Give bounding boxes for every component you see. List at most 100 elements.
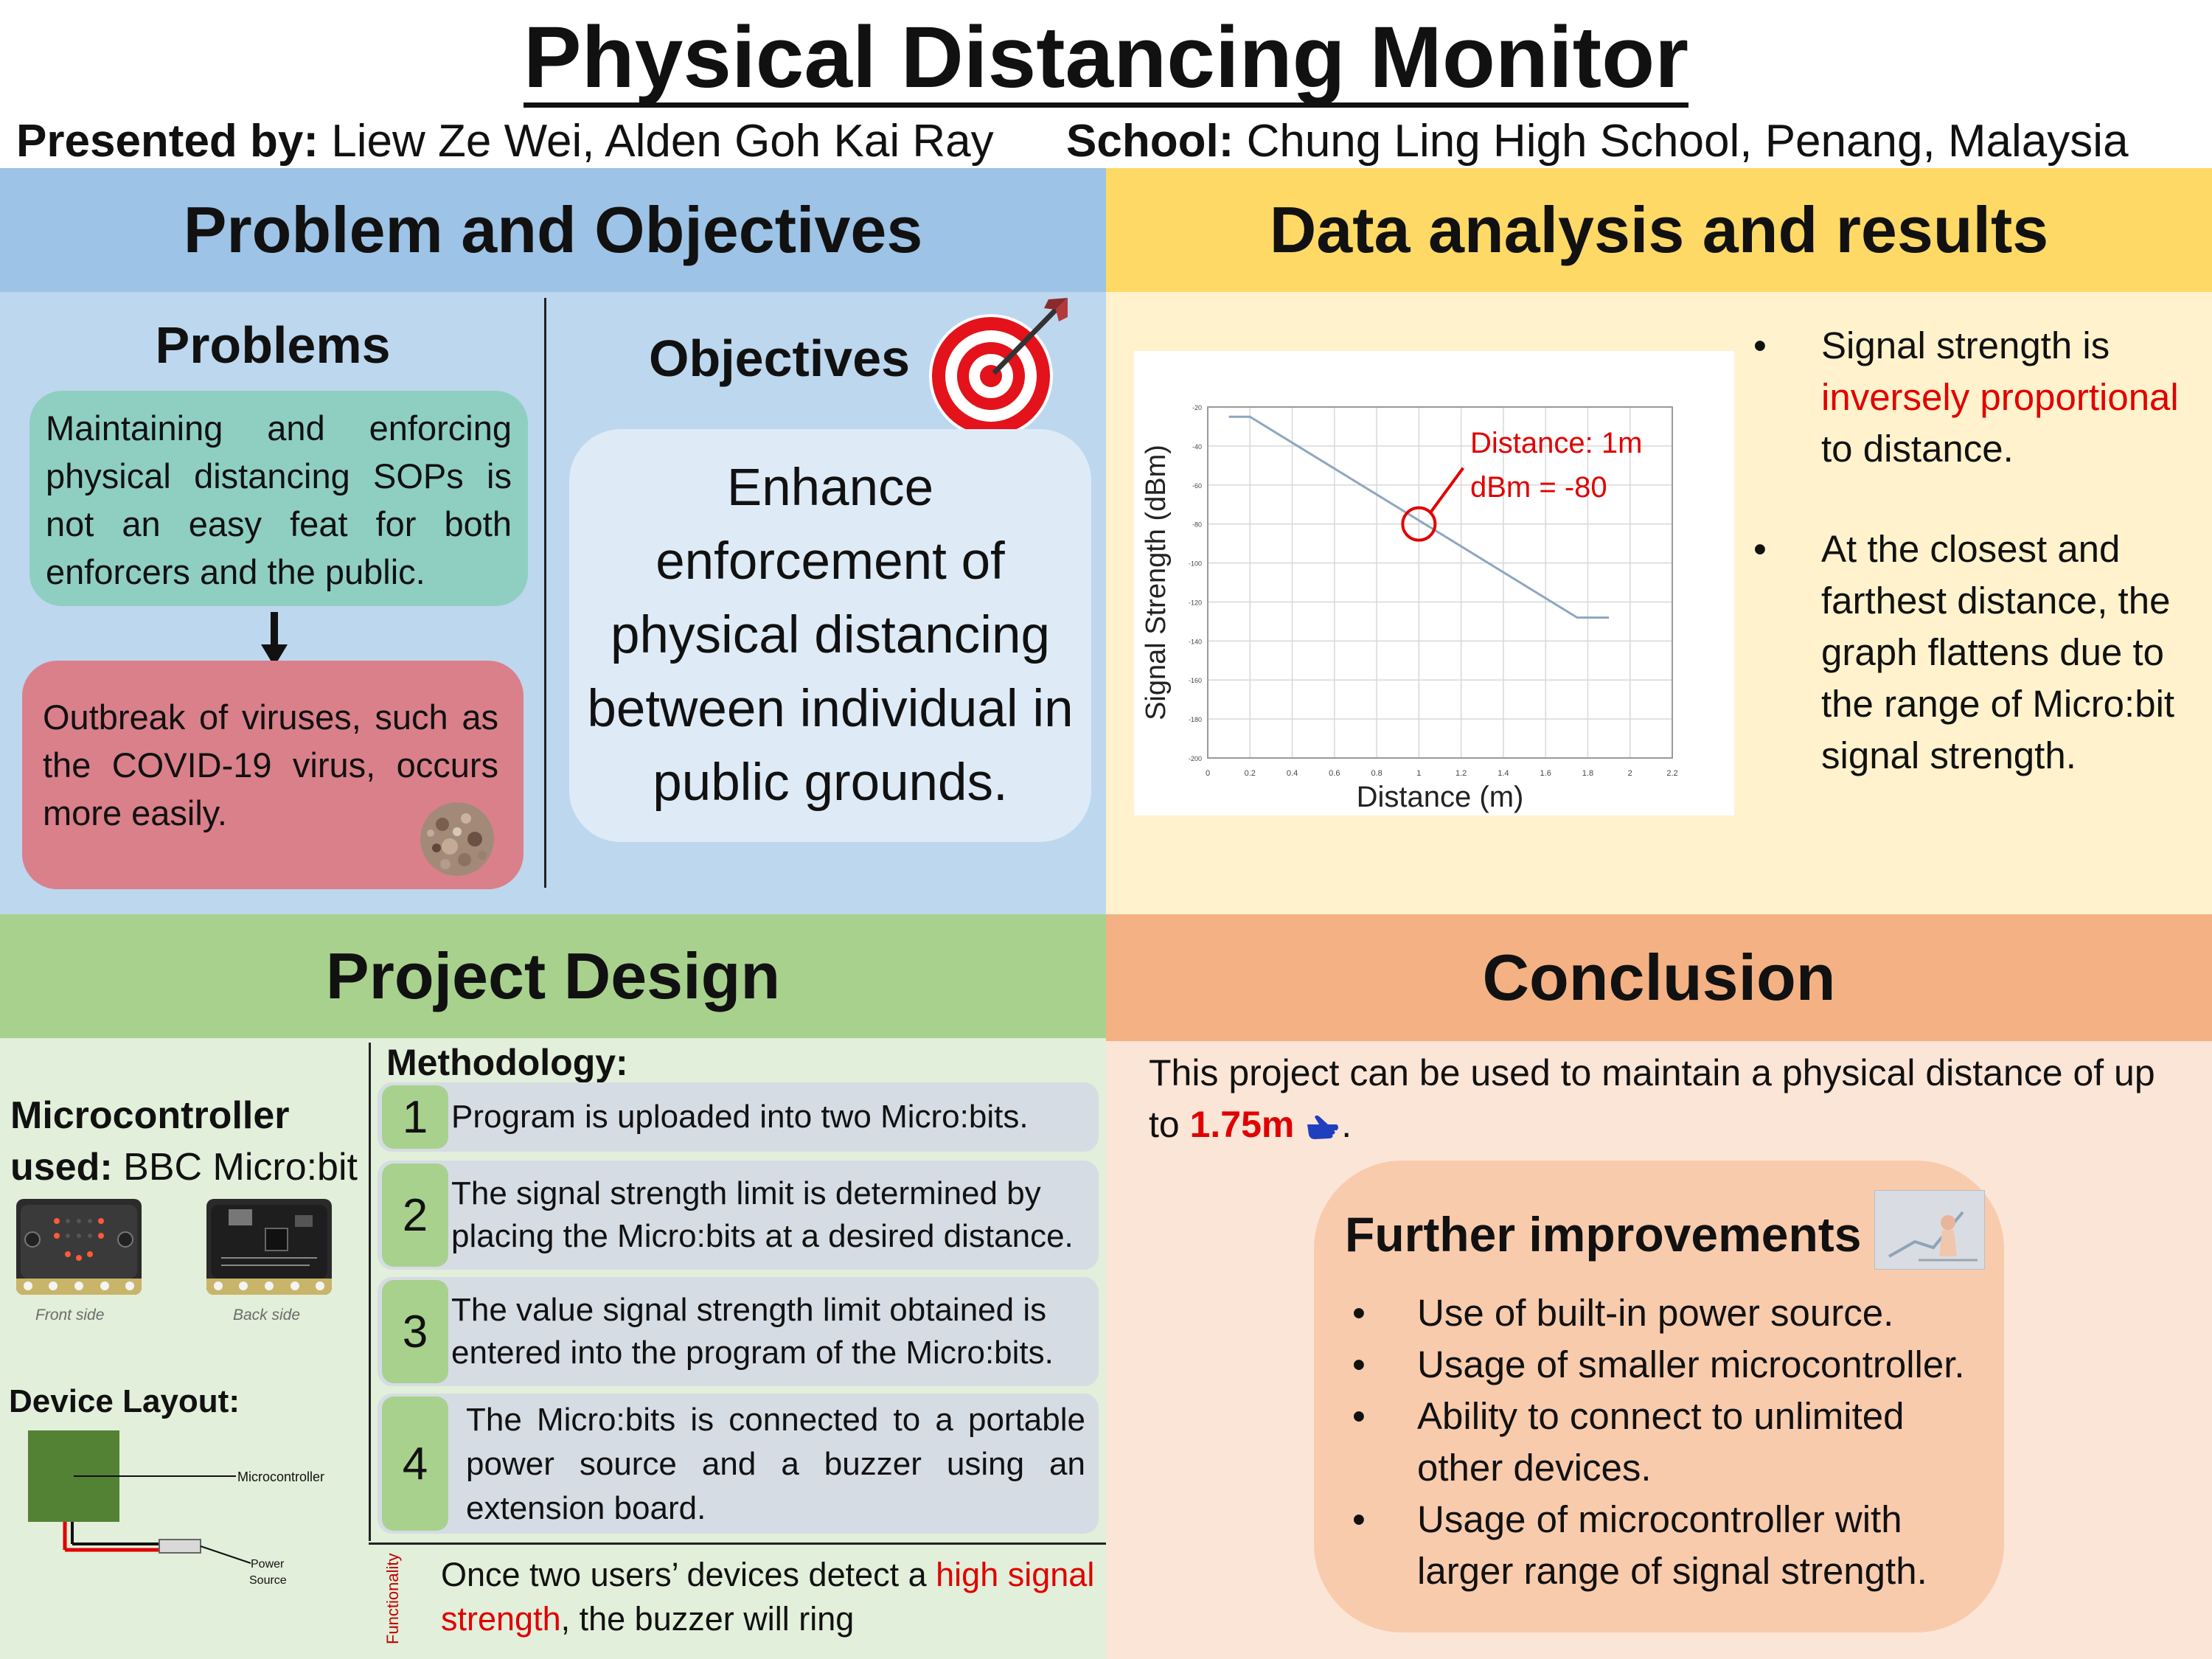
step-number: 2 [382,1164,448,1267]
school-label: School: [1066,116,1234,167]
step-text: Program is uploaded into two Micro:bits. [451,1099,1029,1135]
problem-objectives-section: Problem and Objectives Problems Maintain… [0,168,1106,914]
chart-x-tick-label: 0.4 [1287,769,1298,778]
device-layout-label: Device Layout: [9,1383,240,1419]
row-divider [369,1543,1106,1545]
chart-x-tick-label: 2.2 [1666,769,1677,778]
methodology-title: Methodology: [386,1042,628,1083]
column-divider [369,1043,371,1541]
microcontroller-label: Microcontroller used: BBC Micro:bit [10,1094,358,1189]
virus-icon [420,802,494,876]
conclusion-text: This project can be used to maintain a p… [1149,1052,2155,1145]
result-bullet-2: • At the closest and farthest distance, … [1747,524,2197,782]
chart-canvas: 0 0.2 0.4 0.6 0.8 1 1.2 1.4 1.6 1.8 2 2.2 -20 -40 -60 -… [1141,404,1678,813]
chart-y-axis-label: Signal Strength (dBm) [1141,445,1172,720]
section-heading: Data analysis and results [1106,168,2212,292]
chart-y-tick-label: -20 [1192,404,1202,411]
school-line: School: Chung Ling High School, Penang, … [1066,115,2129,167]
chart-x-tick-label: 1.6 [1540,769,1551,778]
chart-x-axis-label: Distance (m) [1357,781,1524,813]
section-heading: Project Design [0,914,1106,1038]
result-bullet-1: • Signal strength is inversely proportio… [1747,320,2197,475]
further-improvements-title: Further improvements [1345,1207,1862,1262]
chart-x-tick-label: 1.4 [1498,769,1509,778]
chart-y-tick-label: -80 [1192,521,1202,529]
chart-y-tick-label: -100 [1189,560,1202,568]
poster-title: Physical Distancing Monitor [523,9,1689,108]
improvement-item: • Use of built-in power source. [1343,1287,1992,1339]
objectives-title: Objectives [649,330,911,387]
chart-plot-frame [1207,406,1673,759]
chart-x-tick-label: 1.2 [1455,769,1467,778]
bullet-dot: • [1352,1292,1366,1334]
data-analysis-section: Data analysis and results 0 0.2 0.4 0.6 0.8 1… [1106,168,2212,914]
max-distance-value: 1.75m [1189,1104,1295,1145]
step-number: 3 [382,1280,448,1383]
device-layout-diagram: Microcontroller Power Source [28,1430,324,1587]
conclusion-section: Conclusion This project can be used to m… [1106,914,2212,1659]
back-side-caption: Back side [233,1307,301,1324]
bullet-dot: • [1352,1395,1366,1437]
chart-y-tick-label: -140 [1189,638,1202,645]
improvements-list: • Use of built-in power source. • Usage of… [1343,1287,1992,1597]
chart-x-tick-label: 2 [1628,769,1632,778]
bullet-dot: • [1352,1498,1366,1540]
layout-power-label-2: Source [249,1574,287,1587]
chart-x-tick-label: 0 [1206,769,1210,778]
presented-by-label: Presented by: [16,116,319,167]
section-heading: Conclusion [1106,914,2212,1041]
microbit-back-image [206,1199,332,1295]
methodology-step-3: 3 The value signal strength limit obtain… [378,1277,1099,1386]
chart-y-tick-label: -60 [1192,482,1202,490]
methodology-step-2: 2 The signal strength limit is determine… [378,1161,1099,1270]
presenters-line: Presented by: Liew Ze Wei, Alden Goh Kai… [16,115,994,167]
functionality-label: Functionality [383,1553,402,1644]
chart-annotation-line [1429,467,1464,513]
chart-y-tick-label: -160 [1189,677,1202,684]
improvement-item: • Usage of smaller microcontroller. [1343,1339,1992,1391]
chart-x-tick-label: 1.8 [1582,769,1593,778]
chart-x-tick-label: 0.2 [1245,769,1256,778]
chart-x-tick-label: 0.6 [1329,769,1340,778]
bullet-dot: • [1753,528,1767,570]
chart-x-tick-label: 1 [1416,769,1421,778]
problem-box-1: Maintaining and enforcing physical dista… [29,391,528,606]
methodology-step-1: 1 Program is uploaded into two Micro:bit… [378,1082,1099,1152]
improvement-item: • Usage of microcontroller with larger ra… [1343,1494,1992,1597]
presenter-names: Liew Ze Wei, Alden Goh Kai Ray [331,116,994,167]
chart-y-tick-label: -40 [1192,443,1202,451]
battery-block [159,1539,201,1554]
column-divider [544,298,546,888]
microbit-front-image [16,1199,142,1295]
school-name: Chung Ling High School, Penang, Malaysia [1246,116,2129,167]
step-text: The signal strength limit is determined … [451,1175,1074,1254]
problems-title: Problems [155,316,391,374]
inverse-highlight: inversely proportional [1821,376,2179,418]
step-text: The Micro:bits is connected to a portabl… [466,1402,1085,1526]
chart-x-tick-label: 0.8 [1371,769,1382,778]
pointing-hand-icon [1307,1115,1339,1139]
microcontroller-value: BBC Micro:bit [123,1146,358,1189]
bullet-dot: • [1352,1343,1366,1385]
layout-power-label-1: Power [251,1558,285,1571]
growth-chart-icon [1874,1190,1985,1270]
results-bullets: • Signal strength is inversely proportio… [1747,320,2197,830]
functionality-text: Once two users’ devices detect a high si… [441,1556,1095,1638]
step-number: 4 [382,1397,448,1531]
section-heading: Problem and Objectives [0,168,1106,292]
improvement-item: • Ability to connect to unlimited other d… [1343,1391,1992,1494]
chart-annotation-dbm: dBm = -80 [1470,471,1607,504]
chart-annotation-distance: Distance: 1m [1470,427,1642,459]
further-improvements-box: Further improvements • Use of built-in po… [1314,1161,2004,1632]
bullet-dot: • [1753,324,1767,366]
front-side-caption: Front side [35,1307,105,1324]
chart-y-tick-label: -200 [1189,755,1202,762]
step-text: The value signal strength limit obtained… [451,1292,1054,1371]
methodology-step-4: 4 The Micro:bits is connected to a porta… [378,1394,1099,1534]
chart-y-tick-label: -120 [1189,599,1202,606]
signal-strength-chart: 0 0.2 0.4 0.6 0.8 1 1.2 1.4 1.6 1.8 2 2.2 -20 -40 -60 -… [1134,351,1734,815]
layout-microcontroller-label: Microcontroller [237,1470,324,1484]
project-design-section: Project Design Microcontroller used: BBC… [0,914,1106,1659]
target-icon [929,298,1068,438]
objective-box: Enhance enforcement of physical distanci… [569,429,1091,842]
